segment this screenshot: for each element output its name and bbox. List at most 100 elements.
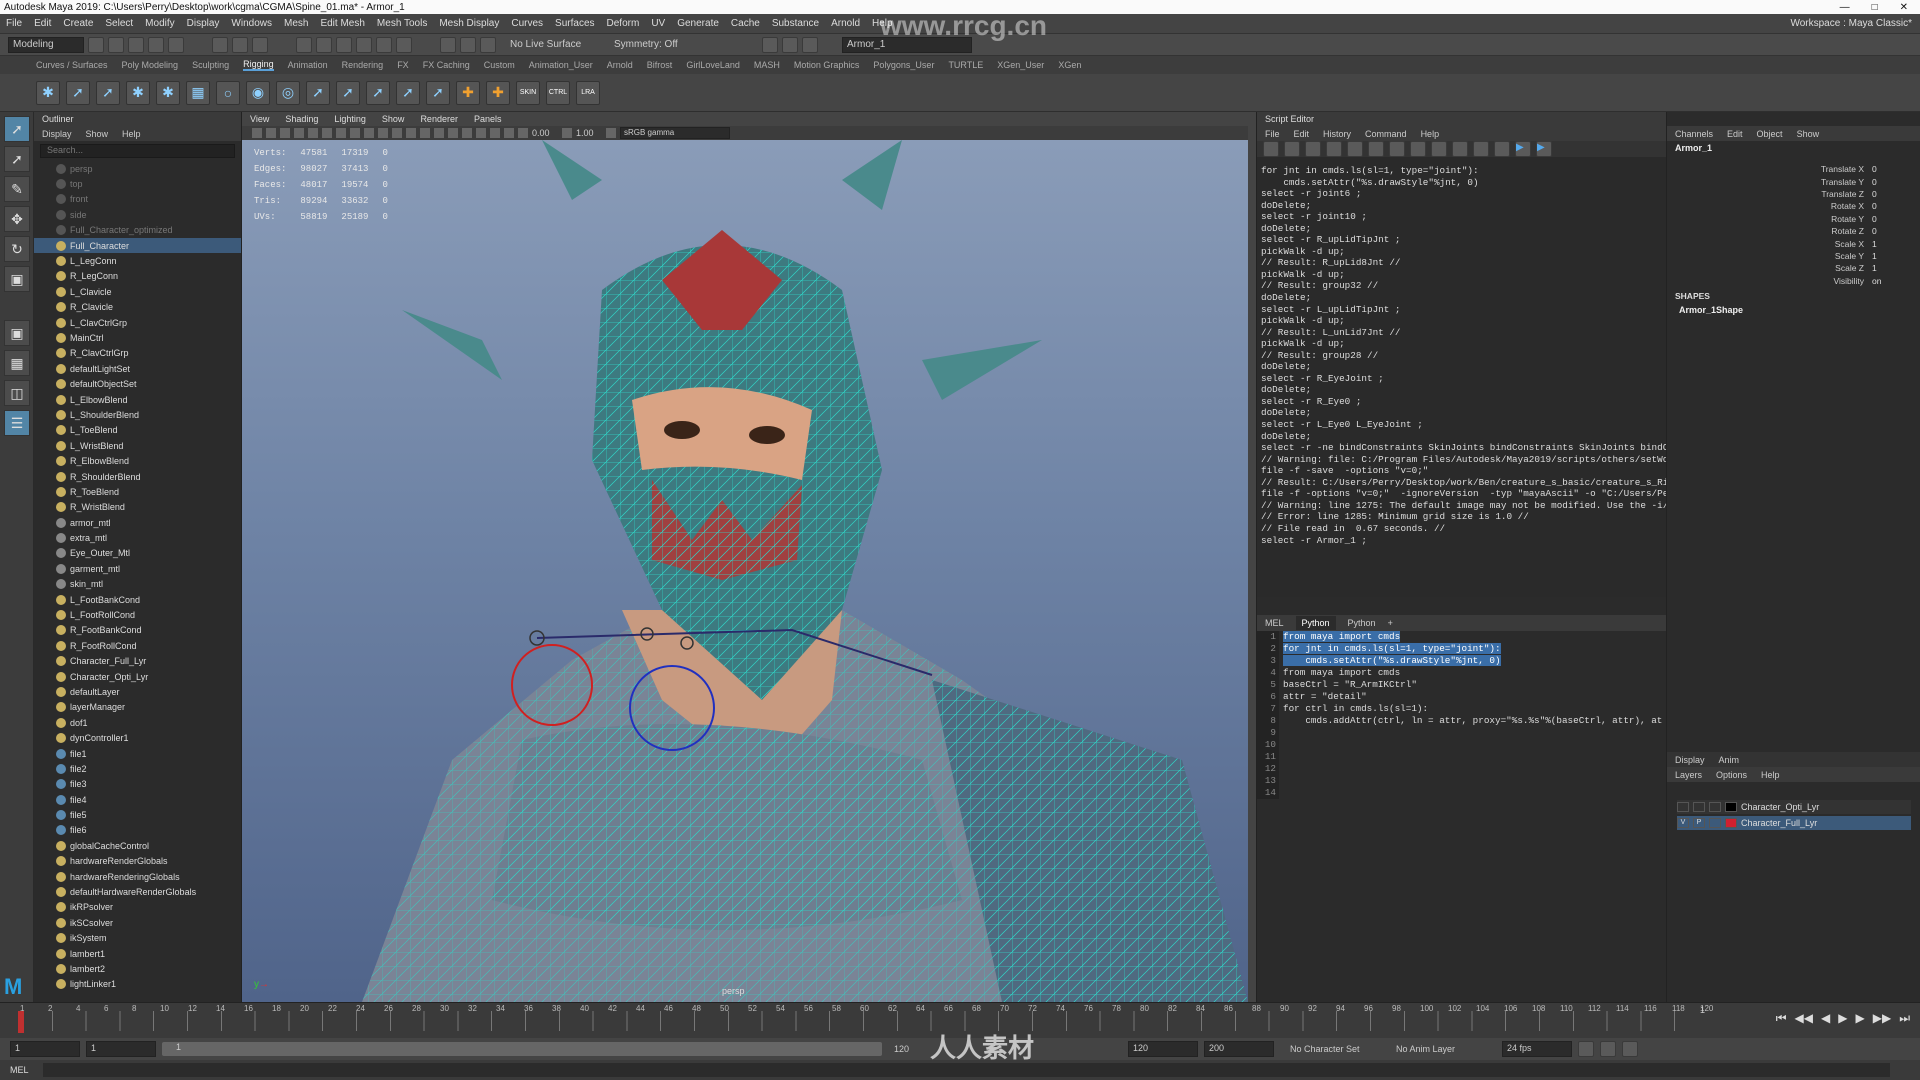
shelf-tab-sculpting[interactable]: Sculpting xyxy=(192,60,229,70)
menu-curves[interactable]: Curves xyxy=(511,18,543,29)
outliner-item[interactable]: file4 xyxy=(34,792,241,807)
outliner-item[interactable]: defaultLightSet xyxy=(34,361,241,376)
layer-menu-help[interactable]: Help xyxy=(1761,770,1780,780)
outliner-item[interactable]: Full_Character xyxy=(34,237,241,254)
shelf-tab-xgen[interactable]: XGen xyxy=(1058,60,1081,70)
outliner-item[interactable]: defaultObjectSet xyxy=(34,376,241,391)
menu-create[interactable]: Create xyxy=(63,18,93,29)
menu-substance[interactable]: Substance xyxy=(772,18,819,29)
sculpt-deformer-icon[interactable]: ◎ xyxy=(276,80,300,105)
range-slider[interactable]: 1 xyxy=(162,1042,882,1056)
layer-menu-options[interactable]: Options xyxy=(1716,770,1747,780)
shelf-tab-rendering[interactable]: Rendering xyxy=(342,60,384,70)
ik-spline-icon[interactable]: ➚ xyxy=(96,80,120,105)
snap-surface-icon[interactable] xyxy=(356,36,372,53)
history-output[interactable]: for jnt in cmds.ls(sl=1, type="joint"): … xyxy=(1257,157,1666,597)
channel-value[interactable]: 0 xyxy=(1872,189,1912,199)
outliner-item[interactable]: file1 xyxy=(34,746,241,761)
workspace-selector[interactable]: Workspace : Maya Classic* xyxy=(1790,18,1920,29)
show-input-icon[interactable] xyxy=(1431,141,1447,157)
shelf-tab-custom[interactable]: Custom xyxy=(484,60,515,70)
menu-mesh[interactable]: Mesh xyxy=(284,18,308,29)
image-plane-icon[interactable] xyxy=(294,128,304,138)
shelf-tab-bifrost[interactable]: Bifrost xyxy=(647,60,673,70)
channel-value[interactable]: 0 xyxy=(1872,201,1912,211)
save-script-icon[interactable] xyxy=(1305,141,1321,157)
lock-icon[interactable] xyxy=(396,36,412,53)
camera-attr-icon[interactable] xyxy=(266,128,276,138)
four-view-icon[interactable]: ▦ xyxy=(4,350,30,376)
outliner-item[interactable]: L_ElbowBlend xyxy=(34,392,241,407)
two-view-icon[interactable]: ◫ xyxy=(4,380,30,406)
isolate-select-icon[interactable] xyxy=(476,128,486,138)
channel-value[interactable]: 1 xyxy=(1872,239,1912,249)
outliner-item[interactable]: ikRPsolver xyxy=(34,900,241,915)
shelf-tab-xgen-user[interactable]: XGen_User xyxy=(997,60,1044,70)
se-menu-help[interactable]: Help xyxy=(1421,129,1440,139)
paint-weights-icon[interactable]: ➚ xyxy=(336,80,360,105)
menu-mesh-display[interactable]: Mesh Display xyxy=(439,18,499,29)
outliner-item[interactable]: L_WristBlend xyxy=(34,438,241,453)
paint-select-icon[interactable]: ✎ xyxy=(4,176,30,202)
viewport-menu-show[interactable]: Show xyxy=(382,114,405,124)
outliner-item[interactable]: L_Clavicle xyxy=(34,284,241,299)
outliner-item[interactable]: persp xyxy=(34,161,241,176)
scale-tool-icon[interactable]: ▣ xyxy=(4,266,30,292)
channel-row[interactable]: Visibility on xyxy=(1667,275,1920,287)
shelf-tab-poly-modeling[interactable]: Poly Modeling xyxy=(122,60,179,70)
shelf-tab-rigging[interactable]: Rigging xyxy=(243,59,274,71)
outliner-search-input[interactable]: Search... xyxy=(40,144,235,158)
menu-deform[interactable]: Deform xyxy=(607,18,640,29)
single-view-icon[interactable]: ▣ xyxy=(4,320,30,346)
execute-all-icon[interactable]: ▶ xyxy=(1515,141,1531,157)
save-scene-icon[interactable] xyxy=(128,36,144,53)
layer-color-swatch[interactable] xyxy=(1725,818,1737,828)
line-numbers-icon[interactable] xyxy=(1494,141,1510,157)
outliner-item[interactable]: lambert2 xyxy=(34,961,241,976)
tab-anim[interactable]: Anim xyxy=(1719,755,1740,765)
tab-add[interactable]: + xyxy=(1388,618,1393,628)
step-forward-key-icon[interactable]: ▶▶ xyxy=(1873,1011,1891,1026)
loop-icon[interactable] xyxy=(1578,1041,1594,1057)
outliner-item[interactable]: hardwareRenderGlobals xyxy=(34,854,241,869)
cb-menu-object[interactable]: Object xyxy=(1757,129,1783,139)
outliner-item[interactable]: front xyxy=(34,192,241,207)
outliner-item[interactable]: L_FootBankCond xyxy=(34,592,241,607)
wireframe-icon[interactable] xyxy=(392,128,402,138)
shape-node-name[interactable]: Armor_1Shape xyxy=(1667,305,1920,315)
minimize-icon[interactable]: — xyxy=(1840,2,1850,13)
color-management-icon[interactable] xyxy=(606,128,616,138)
animation-end-field[interactable]: 200 xyxy=(1204,1041,1274,1057)
current-frame-field[interactable]: 1 xyxy=(1700,1005,1705,1015)
bookmark-icon[interactable] xyxy=(280,128,290,138)
outliner-item[interactable]: top xyxy=(34,176,241,191)
3d-viewport-canvas[interactable]: Verts: 47581 17319 0 Edges: 98027 37413 0 Faces:… xyxy=(242,140,1248,1002)
point-constraint-icon[interactable]: ➚ xyxy=(366,80,390,105)
layer-display-type-toggle[interactable] xyxy=(1709,818,1721,828)
channel-value[interactable]: 1 xyxy=(1872,251,1912,261)
snap-view-plane-icon[interactable] xyxy=(376,36,392,53)
open-scene-icon[interactable] xyxy=(108,36,124,53)
locator-icon[interactable]: ✚ xyxy=(456,80,480,105)
xray-icon[interactable] xyxy=(490,128,500,138)
step-back-icon[interactable]: ◀ xyxy=(1821,1011,1830,1026)
outliner-item[interactable]: dof1 xyxy=(34,715,241,730)
undo-icon[interactable] xyxy=(148,36,164,53)
ambient-occlusion-icon[interactable] xyxy=(462,128,472,138)
se-menu-history[interactable]: History xyxy=(1323,129,1351,139)
lighting-icon[interactable] xyxy=(434,128,444,138)
outliner-item[interactable]: dynController1 xyxy=(34,730,241,745)
colorspace-dropdown[interactable]: sRGB gamma xyxy=(620,127,730,139)
channel-value[interactable]: 0 xyxy=(1872,164,1912,174)
viewport-menu-view[interactable]: View xyxy=(250,114,269,124)
bind-skin-icon[interactable]: ➚ xyxy=(306,80,330,105)
source-script-icon[interactable] xyxy=(1284,141,1300,157)
outliner-item[interactable]: R_WristBlend xyxy=(34,500,241,515)
shelf-tab-fx-caching[interactable]: FX Caching xyxy=(423,60,470,70)
menu-modify[interactable]: Modify xyxy=(145,18,174,29)
channel-row[interactable]: Scale X 1 xyxy=(1667,237,1920,249)
cluster-icon[interactable]: ○ xyxy=(216,80,240,105)
menu-edit-mesh[interactable]: Edit Mesh xyxy=(320,18,364,29)
menu-surfaces[interactable]: Surfaces xyxy=(555,18,594,29)
lattice-icon[interactable]: ▦ xyxy=(186,80,210,105)
